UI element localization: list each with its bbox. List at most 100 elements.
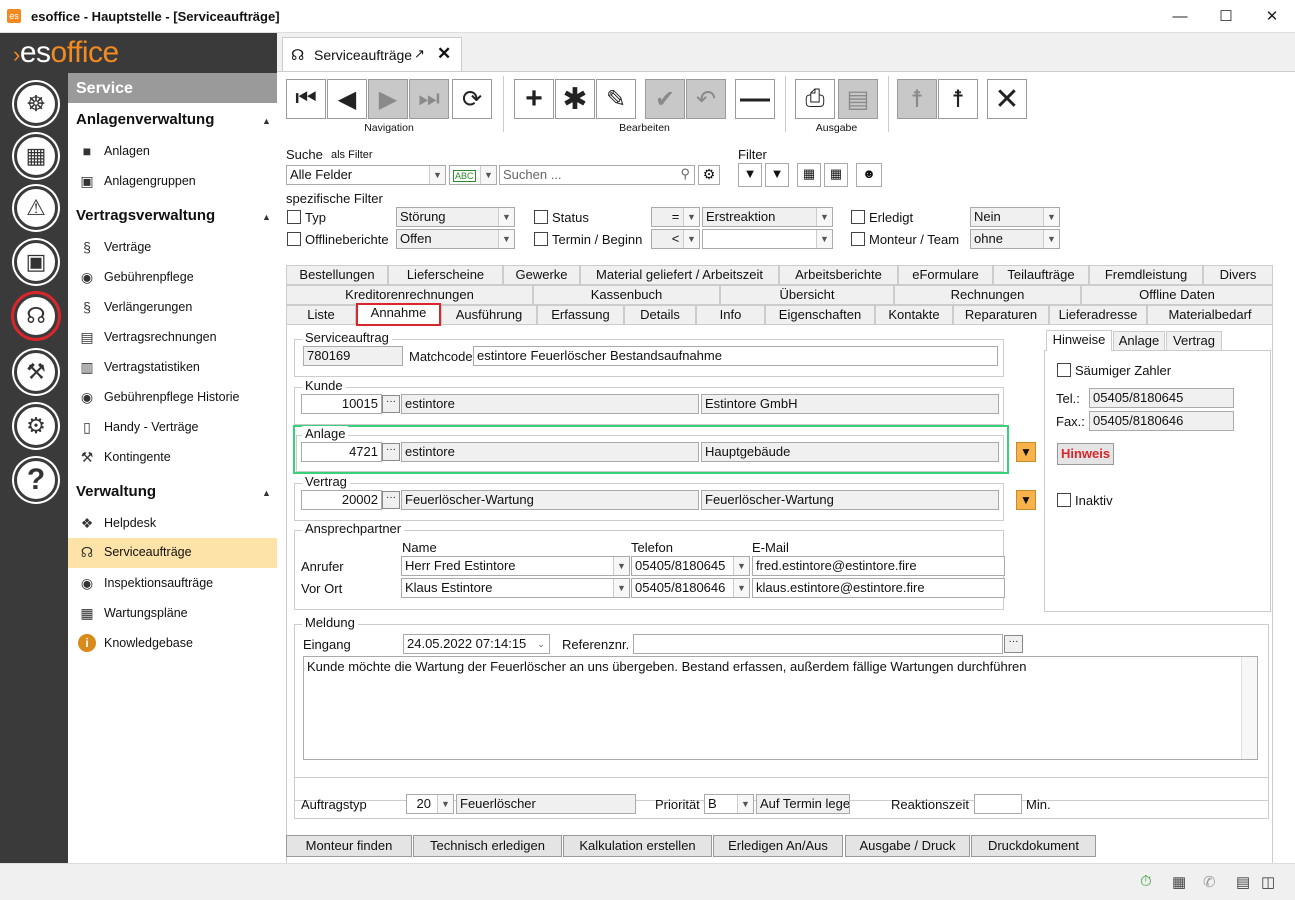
tab-eigenschaften[interactable]: Eigenschaften xyxy=(765,305,875,325)
typ-select[interactable]: Störung ▼ xyxy=(396,207,515,227)
database-icon[interactable]: ◫ xyxy=(1261,873,1275,891)
sidebar-item-wartungsplaene[interactable]: ▦ Wartungspläne xyxy=(68,599,277,627)
search-icon[interactable]: ⚲ xyxy=(680,166,690,182)
grid-filter-icon[interactable]: ▦ xyxy=(797,163,821,187)
meldung-textarea[interactable]: Kunde möchte die Wartung der Feuerlösche… xyxy=(303,656,1258,760)
tab-divers[interactable]: Divers xyxy=(1203,265,1273,285)
search-mode-select[interactable]: ABC ▼ xyxy=(449,165,497,185)
tab-fremdleistung[interactable]: Fremdleistung xyxy=(1089,265,1203,285)
vertrag-filter-icon[interactable]: ▼ xyxy=(1016,490,1036,510)
sidebar-item-vertraege[interactable]: § Verträge xyxy=(68,233,277,261)
tab-offline-daten[interactable]: Offline Daten xyxy=(1081,285,1273,305)
last-record-button[interactable]: ⏭ xyxy=(409,79,449,119)
money-icon[interactable]: ▣ xyxy=(14,240,58,284)
sidebar-item-vertragsrechnungen[interactable]: ▤ Vertragsrechnungen xyxy=(68,323,277,351)
anrufer-telefon-select[interactable]: 05405/8180645 ▼ xyxy=(631,556,750,576)
gear-icon[interactable]: ⚙ xyxy=(698,165,720,185)
sidebar-item-vertragstatistiken[interactable]: ▥ Vertragstatistiken xyxy=(68,353,277,381)
technisch-erledigen-button[interactable]: Technisch erledigen xyxy=(413,835,562,857)
sidebar-item-gebuehrenpflege-historie[interactable]: ◉ Gebührenpflege Historie xyxy=(68,383,277,411)
printer-icon[interactable]: ⎙ xyxy=(795,79,835,119)
vertrag-number-input[interactable]: 20002 xyxy=(301,490,382,510)
undo-button[interactable]: ↶ xyxy=(686,79,726,119)
sidebar-group-anlagenverwaltung[interactable]: Anlagenverwaltung xyxy=(76,111,214,128)
reaktionszeit-input[interactable] xyxy=(974,794,1022,814)
tab-lieferadresse[interactable]: Lieferadresse xyxy=(1049,305,1147,325)
headset-icon[interactable]: ☊ xyxy=(14,294,58,338)
building-icon[interactable]: ▦ xyxy=(1172,873,1186,891)
auf-termin-legen-button[interactable]: Auf Termin lege xyxy=(756,794,850,814)
funnel-star-icon[interactable]: ▼ xyxy=(765,163,789,187)
lock-icon[interactable]: ▤ xyxy=(1236,873,1250,891)
tab-kassenbuch[interactable]: Kassenbuch xyxy=(533,285,720,305)
sidebar-group-verwaltung[interactable]: Verwaltung xyxy=(76,483,156,500)
anlage-lookup-button[interactable]: ··· xyxy=(382,443,400,461)
popout-icon[interactable]: ↗ xyxy=(414,46,425,62)
tab-details[interactable]: Details xyxy=(624,305,696,325)
runner-icon[interactable]: ☨ xyxy=(938,79,978,119)
termin-date-select[interactable]: ▼ xyxy=(702,229,833,249)
status-operator-select[interactable]: = ▼ xyxy=(651,207,700,227)
tab-rechnungen[interactable]: Rechnungen xyxy=(894,285,1081,305)
saeumiger-zahler-checkbox[interactable] xyxy=(1057,363,1071,377)
termin-operator-select[interactable]: < ▼ xyxy=(651,229,700,249)
delete-minus-button[interactable]: — xyxy=(735,79,775,119)
export-list-icon[interactable]: ▤ xyxy=(838,79,878,119)
right-tab-vertrag[interactable]: Vertrag xyxy=(1166,331,1222,351)
offlineberichte-select[interactable]: Offen ▼ xyxy=(396,229,515,249)
tab-gewerke[interactable]: Gewerke xyxy=(503,265,580,285)
hinweis-button[interactable]: Hinweis xyxy=(1057,443,1114,465)
erledigen-an-aus-button[interactable]: Erledigen An/Aus xyxy=(713,835,843,857)
first-record-button[interactable]: ⏮ xyxy=(286,79,326,119)
tab-kontakte[interactable]: Kontakte xyxy=(875,305,953,325)
building-plan-icon[interactable]: ▦ xyxy=(14,134,58,178)
grid-filter-alt-icon[interactable]: ▦ xyxy=(824,163,848,187)
sidebar-item-handy-vertraege[interactable]: ▯ Handy - Verträge xyxy=(68,413,277,441)
sidebar-item-anlagen[interactable]: ■ Anlagen xyxy=(68,137,277,165)
sidebar-item-inspektionsauftraege[interactable]: ◉ Inspektionsaufträge xyxy=(68,569,277,597)
refresh-button[interactable]: ⟳ xyxy=(452,79,492,119)
kunde-lookup-button[interactable]: ··· xyxy=(382,395,400,413)
tools-icon[interactable]: ⚒ xyxy=(14,350,58,394)
sidebar-item-helpdesk[interactable]: ❖ Helpdesk xyxy=(68,509,277,537)
tab-erfassung[interactable]: Erfassung xyxy=(537,305,624,325)
ausgabe-druck-button[interactable]: Ausgabe / Druck xyxy=(845,835,970,857)
collapse-caret-icon[interactable]: ▲ xyxy=(262,116,271,126)
close-tab-icon[interactable]: ✕ xyxy=(437,44,451,64)
anlage-number-input[interactable]: 4721 xyxy=(301,442,382,462)
copy-asterisk-button[interactable]: ✱ xyxy=(555,79,595,119)
tab-teilauftraege[interactable]: Teilaufträge xyxy=(993,265,1089,285)
vor-ort-name-select[interactable]: Klaus Estintore ▼ xyxy=(401,578,630,598)
auftragstyp-select[interactable]: 20 ▼ xyxy=(406,794,454,814)
monteur-checkbox[interactable] xyxy=(851,232,865,246)
monteur-select[interactable]: ohne ▼ xyxy=(970,229,1060,249)
referenznr-input[interactable] xyxy=(633,634,1003,654)
edit-pencil-button[interactable]: ✎ xyxy=(596,79,636,119)
typ-checkbox[interactable] xyxy=(287,210,301,224)
person-icon[interactable]: ☻ xyxy=(856,163,882,187)
tab-annahme[interactable]: Annahme xyxy=(356,303,441,326)
close-record-icon[interactable]: ✕ xyxy=(987,79,1027,119)
sidebar-item-serviceauftraege[interactable]: ☊ Serviceaufträge xyxy=(68,538,277,568)
tab-uebersicht[interactable]: Übersicht xyxy=(720,285,894,305)
eingang-datetime-picker[interactable]: 24.05.2022 07:14:15 ⌄ xyxy=(403,634,550,654)
collapse-caret-icon[interactable]: ▲ xyxy=(262,212,271,222)
druckdokument-button[interactable]: Druckdokument xyxy=(971,835,1096,857)
sidebar-item-kontingente[interactable]: ⚒ Kontingente xyxy=(68,443,277,471)
search-input[interactable]: Suchen ... ⚲ xyxy=(499,165,695,185)
anlage-filter-icon[interactable]: ▼ xyxy=(1016,442,1036,462)
sidebar-group-vertragsverwaltung[interactable]: Vertragsverwaltung xyxy=(76,207,215,224)
right-tab-anlage[interactable]: Anlage xyxy=(1113,331,1165,351)
kalkulation-erstellen-button[interactable]: Kalkulation erstellen xyxy=(563,835,712,857)
tab-lieferscheine[interactable]: Lieferscheine xyxy=(388,265,503,285)
erledigt-select[interactable]: Nein ▼ xyxy=(970,207,1060,227)
close-window-button[interactable]: ✕ xyxy=(1249,0,1295,33)
tab-materialbedarf[interactable]: Materialbedarf xyxy=(1147,305,1273,325)
matchcode-input[interactable]: estintore Feuerlöscher Bestandsaufnahme xyxy=(473,346,998,366)
anrufer-name-select[interactable]: Herr Fred Estintore ▼ xyxy=(401,556,630,576)
funnel-icon[interactable]: ▼ xyxy=(738,163,762,187)
offlineberichte-checkbox[interactable] xyxy=(287,232,301,246)
next-record-button[interactable]: ▶ xyxy=(368,79,408,119)
sidebar-item-gebuehrenpflege[interactable]: ◉ Gebührenpflege xyxy=(68,263,277,291)
tab-reparaturen[interactable]: Reparaturen xyxy=(953,305,1049,325)
